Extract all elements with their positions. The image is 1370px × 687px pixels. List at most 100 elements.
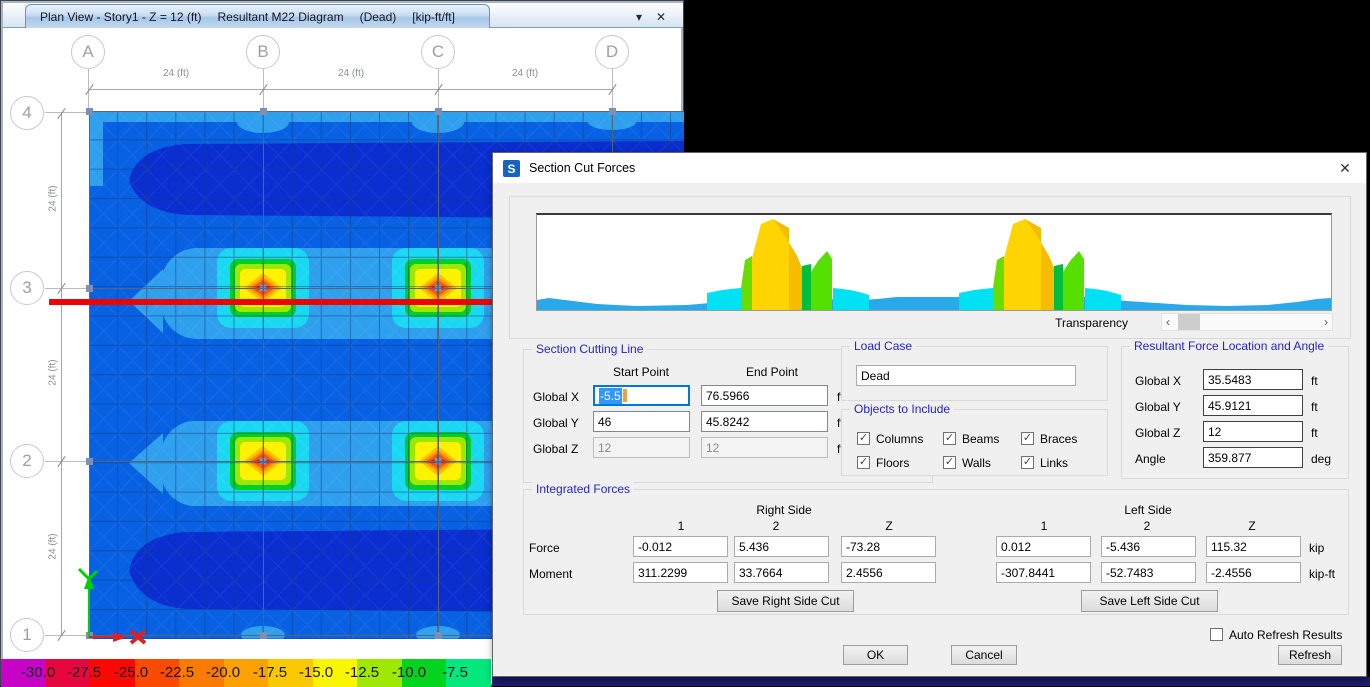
plan-title-units: [kip-ft/ft] [412,10,455,24]
auto-refresh-label: Auto Refresh Results [1229,628,1342,642]
global-y-label: Global Y [533,416,579,430]
group-label: Section Cutting Line [532,342,647,356]
dialog-close-icon[interactable]: ✕ [1336,159,1354,177]
grid-bubble-1: 1 [10,618,44,652]
legend-label: -17.5 [247,664,293,681]
scroll-right-icon[interactable]: › [1324,315,1328,329]
scroll-left-icon[interactable]: ‹ [1166,315,1170,329]
res-x-unit: ft [1311,374,1318,388]
columns-label: Columns [876,432,923,446]
grid-bubble-2: 2 [10,444,44,478]
joint-node[interactable] [260,632,267,639]
joint-node[interactable] [86,285,93,292]
start-y-input[interactable]: 46 [593,411,690,432]
save-left-side-cut-button[interactable]: Save Left Side Cut [1081,590,1218,612]
selected-text: -5.5 [599,388,622,404]
start-point-header: Start Point [591,365,691,379]
force-right-2: 5.436 [734,536,829,557]
transparency-scrollbar[interactable]: ‹ › [1161,313,1333,331]
res-x-label: Global X [1135,374,1181,388]
grid-leader [45,288,89,289]
moment-left-z: -2.4556 [1206,562,1301,583]
cancel-button[interactable]: Cancel [951,645,1017,665]
group-label: Resultant Force Location and Angle [1130,339,1328,353]
end-y-input[interactable]: 45.8242 [701,411,828,432]
res-y-value[interactable]: 45.9121 [1203,395,1303,416]
end-x-input[interactable]: 76.5966 [701,385,828,406]
braces-checkbox[interactable]: ✓ [1021,432,1034,445]
end-z-input: 12 [701,437,828,458]
window-close-icon[interactable]: ✕ [653,9,669,25]
window-menu-caret-icon[interactable]: ▾ [631,9,647,25]
save-right-side-cut-button[interactable]: Save Right Side Cut [717,590,854,612]
h-dim-label-3: 24 (ft) [495,68,555,79]
legend-label: -7.5 [432,664,478,681]
ok-button[interactable]: OK [843,645,908,665]
moment-row-label: Moment [529,567,572,581]
links-checkbox[interactable]: ✓ [1021,456,1034,469]
grid-bubble-C: C [421,35,455,69]
app-logo-icon: S [503,160,520,177]
res-z-value[interactable]: 12 [1203,421,1303,442]
transparency-label: Transparency [993,316,1128,330]
grid-bubble-4: 4 [10,96,44,130]
text-caret [623,389,627,402]
columns-checkbox[interactable]: ✓ [857,432,870,445]
res-x-value[interactable]: 35.5483 [1203,369,1303,390]
legend-label: -30.0 [15,664,61,681]
plan-window-titlebar: Plan View - Story1 - Z = 12 (ft) Resulta… [3,3,683,28]
legend-label: -20.0 [200,664,246,681]
joint-node[interactable] [435,108,442,115]
global-z-label: Global Z [533,442,578,456]
h-dim-label-1: 24 (ft) [146,68,206,79]
force-right-z: -73.28 [841,536,936,557]
angle-unit: deg [1311,452,1331,466]
col-header: Z [1232,519,1272,533]
grid-bubble-A: A [71,35,105,69]
joint-node[interactable] [86,108,93,115]
force-left-1: 0.012 [996,536,1091,557]
joint-node[interactable] [435,632,442,639]
dialog-titlebar: S Section Cut Forces ✕ [493,153,1366,183]
grid-leader [45,112,89,113]
res-y-unit: ft [1311,400,1318,414]
force-left-2: -5.436 [1101,536,1196,557]
plan-title-diagram: Resultant M22 Diagram [218,10,344,24]
origin-axes-icon [71,561,161,645]
scroll-thumb[interactable] [1178,314,1200,330]
v-dimension-line [61,113,62,635]
start-x-input[interactable]: -5.5 [593,385,690,406]
grid-bubble-D: D [595,35,629,69]
col-header: 1 [661,519,701,533]
v-dim-label-1: 24 (ft) [48,169,59,229]
beams-checkbox[interactable]: ✓ [943,432,956,445]
grid-bubble-3: 3 [10,271,44,305]
joint-node[interactable] [260,108,267,115]
legend-label: -15.0 [293,664,339,681]
links-label: Links [1040,456,1068,470]
moment-right-2: 33.7664 [734,562,829,583]
moment-right-z: 2.4556 [841,562,936,583]
h-dimension-line [89,89,612,90]
h-dim-label-2: 24 (ft) [321,68,381,79]
section-force-plot [536,213,1332,311]
plan-title-case: (Dead) [360,10,397,24]
group-label: Load Case [850,339,916,353]
group-label: Objects to Include [850,402,954,416]
end-point-header: End Point [716,365,828,379]
force-unit: kip [1309,541,1324,555]
angle-value[interactable]: 359.877 [1203,447,1303,468]
joint-node[interactable] [86,458,93,465]
v-dim-label-2: 24 (ft) [48,343,59,403]
floors-label: Floors [876,456,909,470]
walls-checkbox[interactable]: ✓ [943,456,956,469]
force-left-z: 115.32 [1206,536,1301,557]
floors-checkbox[interactable]: ✓ [857,456,870,469]
braces-label: Braces [1040,432,1077,446]
joint-node[interactable] [609,108,616,115]
auto-refresh-checkbox[interactable] [1210,628,1223,641]
plan-view-tab[interactable]: Plan View - Story1 - Z = 12 (ft) Resulta… [25,4,490,28]
force-row-label: Force [529,541,560,555]
v-dim-label-3: 24 (ft) [48,517,59,577]
refresh-button[interactable]: Refresh [1278,645,1342,665]
